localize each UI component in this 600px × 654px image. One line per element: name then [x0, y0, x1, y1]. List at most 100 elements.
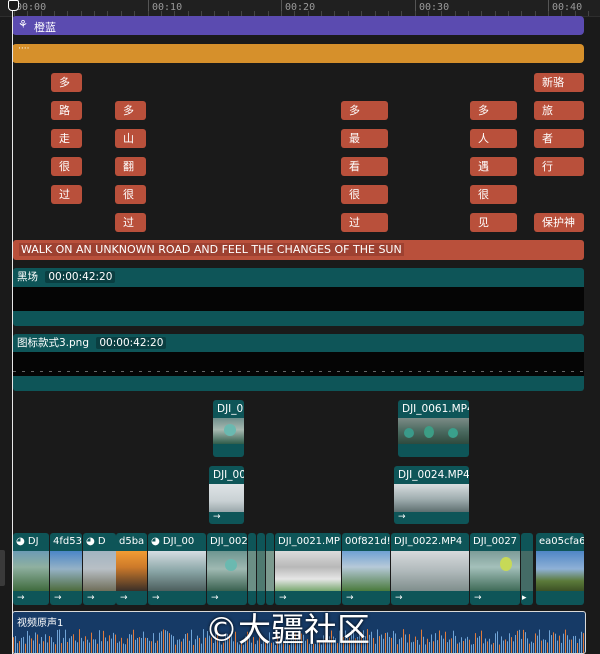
waveform-bar	[121, 637, 122, 653]
text-clip[interactable]: 看	[341, 157, 388, 176]
text-clip[interactable]: 最	[341, 129, 388, 148]
waveform-bar	[193, 644, 194, 653]
waveform-bar	[457, 643, 458, 653]
text-clip[interactable]: 很	[470, 185, 517, 204]
text-clip[interactable]: 旅	[534, 101, 584, 120]
main-video-clip[interactable]	[248, 533, 256, 605]
waveform-bar	[73, 634, 74, 653]
text-clip[interactable]: 多	[51, 73, 82, 92]
waveform-bar	[427, 638, 428, 653]
text-clip[interactable]: 保护神	[534, 213, 584, 232]
black-clip[interactable]: 黑场 00:00:42:20	[13, 268, 584, 326]
waveform-bar	[519, 629, 520, 653]
text-clip[interactable]: 遇	[470, 157, 517, 176]
waveform-bar	[67, 641, 68, 653]
waveform-bar	[175, 644, 176, 653]
main-clip-name: DJI_00	[162, 536, 195, 547]
clip-thumbnail	[207, 551, 247, 591]
waveform-bar	[185, 634, 186, 653]
speed-arrow-icon: →	[152, 593, 160, 603]
text-clip[interactable]: 过	[51, 185, 82, 204]
waveform-bar	[195, 639, 196, 653]
waveform-bar	[41, 637, 42, 653]
overlay-video-clip[interactable]: DJI_0	[213, 400, 244, 457]
waveform-bar	[505, 639, 506, 653]
waveform-bar	[99, 630, 100, 653]
waveform-bar	[583, 633, 584, 653]
playhead-handle[interactable]	[8, 0, 19, 11]
waveform-bar	[487, 641, 488, 653]
waveform-bar	[473, 644, 474, 653]
playhead-line[interactable]	[12, 0, 13, 654]
text-clip[interactable]: 多	[341, 101, 388, 120]
main-video-clip[interactable]: DJI_0027 →	[470, 533, 520, 605]
main-video-clip[interactable]: ◕ D →	[83, 533, 116, 605]
text-clip[interactable]: 山	[115, 129, 146, 148]
text-clip[interactable]: 多	[470, 101, 517, 120]
text-clip[interactable]: 翻	[115, 157, 146, 176]
main-video-clip[interactable]: d5ba →	[116, 533, 147, 605]
main-video-clip[interactable]: ◕ DJ →	[13, 533, 49, 605]
waveform-bar	[535, 633, 536, 653]
text-clip[interactable]: 很	[341, 185, 388, 204]
waveform-bar	[411, 642, 412, 653]
text-clip[interactable]: 多	[115, 101, 146, 120]
waveform-bar	[95, 639, 96, 653]
main-video-clip[interactable]	[266, 533, 274, 605]
waveform-bar	[107, 641, 108, 653]
waveform-bar	[437, 640, 438, 653]
main-video-clip[interactable]: 4fd53 →	[50, 533, 82, 605]
waveform-bar	[17, 643, 18, 653]
waveform-bar	[77, 642, 78, 653]
text-clip[interactable]: 人	[470, 129, 517, 148]
overlay-video-clip[interactable]: DJI_00 →	[209, 466, 244, 524]
text-clip[interactable]: 过	[115, 213, 146, 232]
waveform-bar	[127, 638, 128, 653]
image-clip[interactable]: 图标款式3.png 00:00:42:20	[13, 334, 584, 391]
main-video-clip[interactable]: DJI_0022.MP4 →	[391, 533, 469, 605]
text-clip[interactable]: 新骆	[534, 73, 584, 92]
subtitle-clip[interactable]: WALK ON AN UNKNOWN ROAD AND FEEL THE CHA…	[13, 240, 584, 260]
clip-thumbnail	[83, 551, 116, 591]
text-clip[interactable]: 很	[115, 185, 146, 204]
text-clip[interactable]: 行	[534, 157, 584, 176]
waveform-bar	[381, 634, 382, 653]
waveform-bar	[151, 641, 152, 653]
text-clip[interactable]: 者	[534, 129, 584, 148]
text-clip[interactable]: 很	[51, 157, 82, 176]
text-clip[interactable]: 走	[51, 129, 82, 148]
overlay-thumbnail	[398, 418, 469, 444]
waveform-bar	[83, 641, 84, 653]
overlay-video-clip[interactable]: DJI_0024.MP4 →	[394, 466, 469, 524]
text-clip[interactable]: 路	[51, 101, 82, 120]
waveform-bar	[443, 638, 444, 653]
main-video-clip[interactable]: 00f821d! →	[342, 533, 390, 605]
overlay-clip-name: DJI_0061.MP4	[402, 403, 469, 415]
main-video-clip[interactable]: DJI_002 →	[207, 533, 247, 605]
waveform-bar	[517, 630, 518, 653]
waveform-bar	[501, 636, 502, 653]
waveform-bar	[581, 631, 582, 653]
main-clip-name: 4fd53	[53, 536, 82, 547]
waveform-bar	[63, 637, 64, 653]
speed-arrow-icon: →	[346, 593, 354, 603]
waveform-bar	[119, 641, 120, 653]
effect-clip[interactable]: ····	[12, 44, 584, 63]
overlay-video-clip[interactable]: DJI_0061.MP4	[398, 400, 469, 457]
waveform-bar	[123, 643, 124, 653]
main-video-clip[interactable]: DJI_0021.MP →	[275, 533, 341, 605]
text-clip[interactable]: 见	[470, 213, 517, 232]
main-video-clip[interactable]	[257, 533, 265, 605]
filter-clip[interactable]: ⚘ 橙蓝	[12, 16, 584, 35]
main-video-clip[interactable]: ◕ DJI_00 →	[148, 533, 206, 605]
main-video-clip[interactable]: ea05cfa6	[536, 533, 584, 605]
waveform-bar	[21, 637, 22, 653]
speed-arrow-icon: →	[54, 593, 62, 603]
text-clip[interactable]: 过	[341, 213, 388, 232]
clip-thumbnail	[536, 551, 584, 591]
waveform-bar	[529, 643, 530, 653]
waveform-bar	[371, 631, 372, 653]
main-video-clip[interactable]: ▸	[521, 533, 533, 605]
timeline-ruler[interactable]: 00:00 00:10 00:20 00:30 00:40	[0, 0, 600, 17]
track-panel-edge[interactable]	[0, 550, 5, 586]
